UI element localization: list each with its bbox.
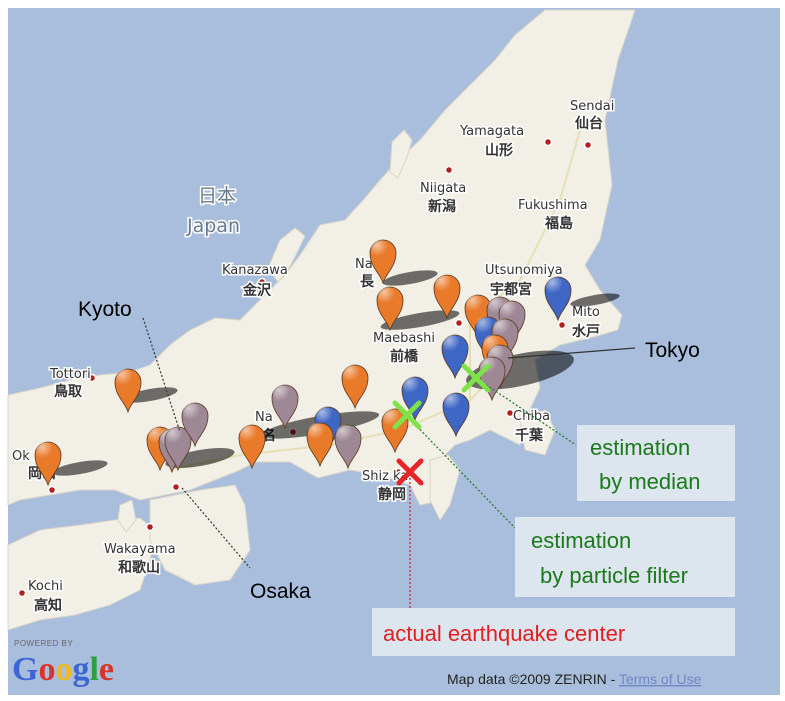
country-label-english: Japan [186,215,240,237]
svg-text:Google: Google [12,651,114,688]
city-label-yamagata-ja: 山形 [485,142,513,159]
powered-by-label: POWERED BY [14,639,73,648]
annotation-tokyo: Tokyo [645,339,700,362]
city-label-maebashi-en: Maebashi [373,331,435,346]
city-label-fukushima-en: Fukushima [518,198,588,213]
terms-of-use-link[interactable]: Terms of Use [619,671,702,687]
city-label-kanazawa-ja: 金沢 [242,282,272,299]
earthquake-map[interactable]: 日本 Japan Sendai 仙台 Yamagata 山形 Niigata 新… [0,0,785,701]
annotation-kyoto: Kyoto [78,298,132,321]
city-label-nagoya-en: Na [255,410,273,425]
country-label-kanji: 日本 [198,185,236,207]
city-label-sendai-ja: 仙台 [575,115,603,132]
city-label-niigata-ja: 新潟 [428,198,456,215]
city-label-chiba-en: Chiba [513,409,550,424]
city-label-niigata-en: Niigata [420,181,466,196]
particle-filter-label-line1: estimation [531,528,631,553]
median-label-line2: by median [599,469,701,494]
city-label-utsunomiya-ja: 宇都宮 [490,281,532,298]
city-label-utsunomiya-en: Utsunomiya [485,263,563,278]
city-label-mito-ja: 水戸 [572,323,600,340]
city-label-wakayama-en: Wakayama [104,542,176,557]
city-label-kanazawa-en: Kanazawa [222,263,288,278]
actual-center-label: actual earthquake center [383,621,625,646]
particle-filter-label-line2: by particle filter [540,563,688,588]
median-label-line1: estimation [590,435,690,460]
city-label-sendai-en: Sendai [570,99,614,114]
city-label-wakayama-ja: 和歌山 [118,559,160,576]
map-attribution: Map data ©2009 ZENRIN - Terms of Use [447,671,702,687]
city-label-maebashi-ja: 前橋 [390,348,419,365]
city-label-nagano-ja: 長 [360,274,375,290]
city-label-kochi-en: Kochi [28,579,63,594]
google-logo[interactable]: Google [12,651,114,688]
city-label-tottori-en: Tottori [49,367,91,382]
city-label-kochi-ja: 高知 [34,597,62,614]
attribution-text: Map data ©2009 ZENRIN - [447,671,619,687]
city-label-tottori-ja: 鳥取 [54,383,83,400]
city-label-yamagata-en: Yamagata [459,124,524,139]
city-label-mito-en: Mito [572,305,600,320]
city-label-chiba-ja: 千葉 [515,427,544,444]
city-label-shizuoka-ja: 静岡 [378,486,406,503]
annotation-osaka: Osaka [250,580,311,603]
city-label-fukushima-ja: 福島 [544,215,573,232]
